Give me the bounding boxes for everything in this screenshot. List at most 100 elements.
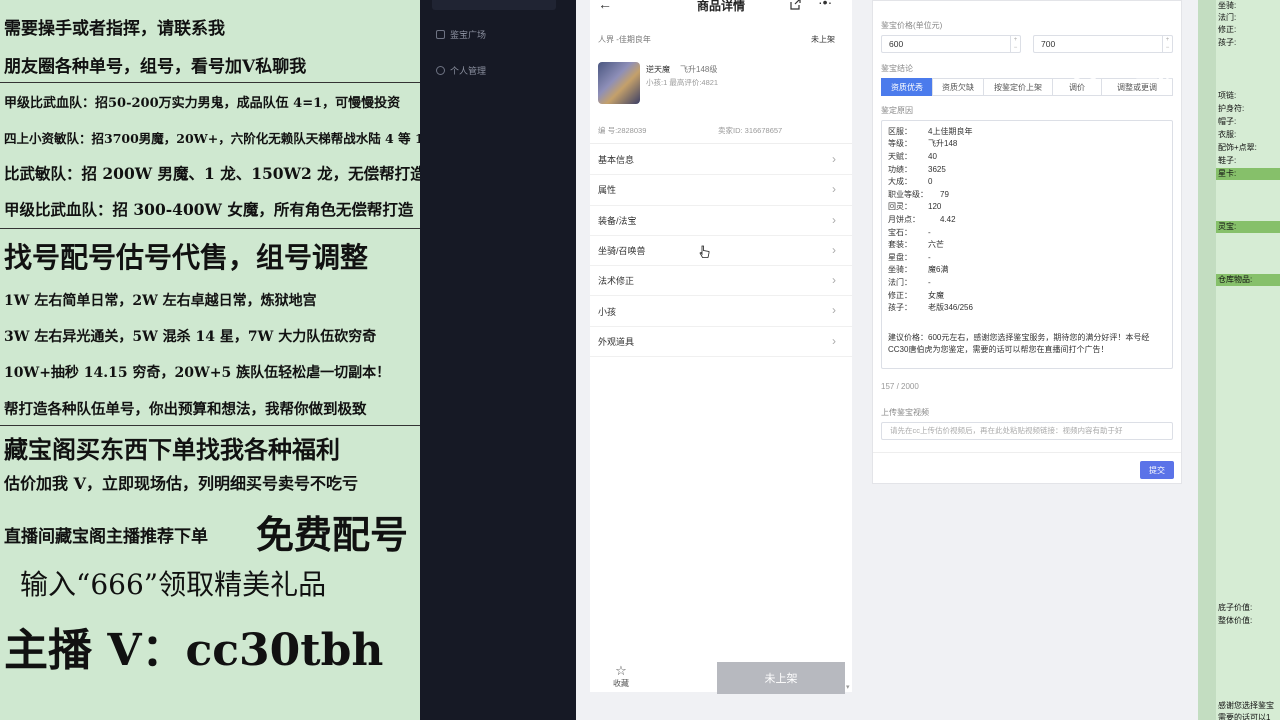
divider	[873, 452, 1181, 453]
sheet-cell[interactable]: 需要的话可以1	[1218, 712, 1270, 720]
detail-row: 套装： 六芒	[888, 238, 1166, 251]
sheet-cell[interactable]: 法门:	[1218, 12, 1236, 23]
detail-key: 回灵：	[888, 202, 912, 212]
chevron-right-icon: ›	[832, 152, 836, 166]
menu-label: 装备/法宝	[598, 215, 637, 226]
favorite-label: 收藏	[613, 679, 629, 688]
promo-line: 找号配号估号代售，组号调整	[4, 241, 369, 274]
promo-line: 帮打造各种队伍单号，你出预算和想法，我帮你做到极致	[4, 401, 367, 418]
menu-item-equipment[interactable]: 装备/法宝 ›	[590, 206, 852, 236]
menu-item-basic-info[interactable]: 基本信息 ›	[590, 145, 852, 176]
sheet-cell[interactable]: 感谢您选择鉴宝	[1218, 700, 1274, 711]
price-label: 鉴宝价格(单位元)	[881, 21, 943, 30]
cc-live-watermark: CC直播	[1070, 52, 1180, 84]
sheet-cell[interactable]: 仓库物品:	[1218, 274, 1252, 285]
sheet-cell[interactable]: 护身符:	[1218, 103, 1244, 114]
sheet-cell[interactable]: 衣服:	[1218, 129, 1236, 140]
grid-icon	[436, 30, 445, 39]
segment-excellent[interactable]: 资质优秀	[881, 78, 933, 96]
screen: 需要操手或者指挥，请联系我 朋友圈各种单号，组号，看号加Ⅴ私聊我 甲级比武血队：…	[0, 0, 1280, 720]
watermark-text: CC直播	[1104, 57, 1180, 82]
promo-line: 免费配号	[256, 512, 409, 557]
share-icon[interactable]	[789, 0, 801, 13]
promo-line: 输入“666”领取精美礼品	[20, 568, 327, 601]
page-title: 商品详情	[696, 0, 745, 13]
submit-button[interactable]: 提交	[1140, 461, 1174, 479]
goods-id: 编 号:2828039	[598, 126, 647, 135]
sidebar-item-appraisal-square[interactable]: 鉴宝广场	[436, 28, 486, 41]
sheet-cell[interactable]: 配饰+点翠:	[1218, 142, 1257, 153]
detail-key: 孩子：	[888, 303, 912, 313]
promo-line: 3W 左右异光通关，5W 混杀 14 星，7W 大力队伍砍穷奇	[4, 329, 377, 345]
promo-line: 1W 左右简单日常，2W 左右卓越日常，炼狱地宫	[4, 293, 317, 309]
user-icon	[436, 66, 445, 75]
sheet-cell[interactable]: 整体价值:	[1218, 615, 1252, 626]
status-badge: 未上架	[811, 35, 835, 44]
sheet-cell[interactable]: 帽子:	[1218, 116, 1236, 127]
detail-list: 区服： 4上佳期良年 等级： 飞升148 天赋： 40 功绩： 3625 大成： 0 职业等级： 79…	[888, 125, 1166, 314]
detail-row: 等级： 飞升148	[888, 138, 1166, 151]
sheet-cell[interactable]: 项链:	[1218, 90, 1236, 101]
segment-lacking[interactable]: 资质欠缺	[932, 78, 984, 96]
sidebar-item-personal[interactable]: 个人管理	[436, 64, 486, 77]
video-label: 上传鉴宝视频	[881, 408, 929, 417]
promo-line: 四上小资敏队：招3700男魔，20W+，六阶化无赖队天梯帮战水陆 4 等 1	[4, 131, 420, 146]
detail-key: 等级：	[888, 139, 912, 149]
sheet-cell[interactable]: 修正:	[1218, 24, 1236, 35]
reason-textarea[interactable]: 区服： 4上佳期良年 等级： 飞升148 天赋： 40 功绩： 3625 大成： 0 职业等级： 79…	[881, 120, 1173, 369]
sheet-cell[interactable]: 灵宝:	[1218, 221, 1236, 232]
more-icon[interactable]: ·•·	[818, 0, 832, 10]
sheet-cell[interactable]: 星卡:	[1218, 168, 1236, 179]
favorite-button[interactable]: ☆ 收藏	[598, 664, 644, 689]
menu-item-spell-correction[interactable]: 法术修正 ›	[590, 266, 852, 297]
price-min-input[interactable]: 600 + −	[881, 35, 1021, 53]
detail-key: 天赋：	[888, 151, 912, 161]
detail-key: 宝石：	[888, 227, 912, 237]
menu-item-attributes[interactable]: 属性 ›	[590, 175, 852, 206]
scroll-down-icon[interactable]: ▾	[846, 683, 850, 691]
divider	[0, 82, 420, 83]
segment-list-at-price[interactable]: 按鉴定价上架	[983, 78, 1053, 96]
chevron-right-icon: ›	[832, 212, 836, 227]
detail-row: 功绩： 3625	[888, 163, 1166, 176]
detail-value: -	[928, 252, 931, 262]
sheet-cell[interactable]: 坐骑:	[1218, 0, 1236, 11]
video-link-input[interactable]: 请先在cc上传估价视频后，再在此处粘贴视频链接：视频内容有助于好	[881, 422, 1173, 440]
menu-label: 外观道具	[598, 336, 635, 347]
detail-row: 星盘： -	[888, 251, 1166, 264]
sheet-cell[interactable]: 孩子:	[1218, 37, 1236, 48]
unlisted-button[interactable]: 未上架	[717, 662, 845, 694]
promo-line: 朋友圈各种单号，组号，看号加Ⅴ私聊我	[4, 57, 307, 77]
chevron-right-icon: ›	[832, 333, 836, 348]
menu-label: 法术修正	[598, 276, 635, 287]
promo-line: 藏宝阁买东西下单找我各种福利	[4, 435, 340, 464]
detail-value: -	[928, 227, 931, 237]
stepper-icon[interactable]: + −	[1010, 36, 1020, 52]
sheet-cell[interactable]: 底子价值:	[1218, 602, 1252, 613]
divider	[0, 425, 420, 426]
price-max-input[interactable]: 700 + −	[1033, 35, 1173, 53]
menu-item-mounts[interactable]: 坐骑/召唤兽 ›	[590, 236, 852, 267]
sheet-cell[interactable]: 鞋子:	[1218, 155, 1236, 166]
menu-item-appearance[interactable]: 外观道具 ›	[590, 327, 852, 358]
role-level: 飞升148级	[680, 65, 718, 74]
detail-row: 宝石： -	[888, 226, 1166, 239]
detail-key: 大成：	[888, 177, 912, 187]
suggestion-text: 建议价格：600元左右，感谢您选择鉴宝服务，期待您的满分好评！本号经CC30唐伯…	[888, 332, 1150, 354]
star-icon: ☆	[615, 663, 627, 678]
detail-row: 天赋： 40	[888, 150, 1166, 163]
menu-item-child[interactable]: 小孩 ›	[590, 296, 852, 327]
detail-value: 0	[928, 177, 933, 187]
detail-key: 修正：	[888, 290, 912, 300]
detail-row: 大成： 0	[888, 175, 1166, 188]
detail-value: 魔6满	[928, 265, 949, 275]
reason-label: 鉴定原因	[881, 106, 913, 115]
promo-line: 10W+抽秒 14.15 穷奇，20W+5 族队伍轻松虐一切副本！	[4, 365, 391, 381]
chevron-right-icon: ›	[832, 273, 836, 288]
detail-row: 回灵： 120	[888, 201, 1166, 214]
stepper-icon[interactable]: + −	[1162, 36, 1172, 52]
detail-key: 法门：	[888, 277, 912, 287]
detail-value: 4上佳期良年	[928, 126, 973, 136]
detail-value: 79	[940, 189, 949, 199]
menu-label: 小孩	[598, 306, 617, 317]
